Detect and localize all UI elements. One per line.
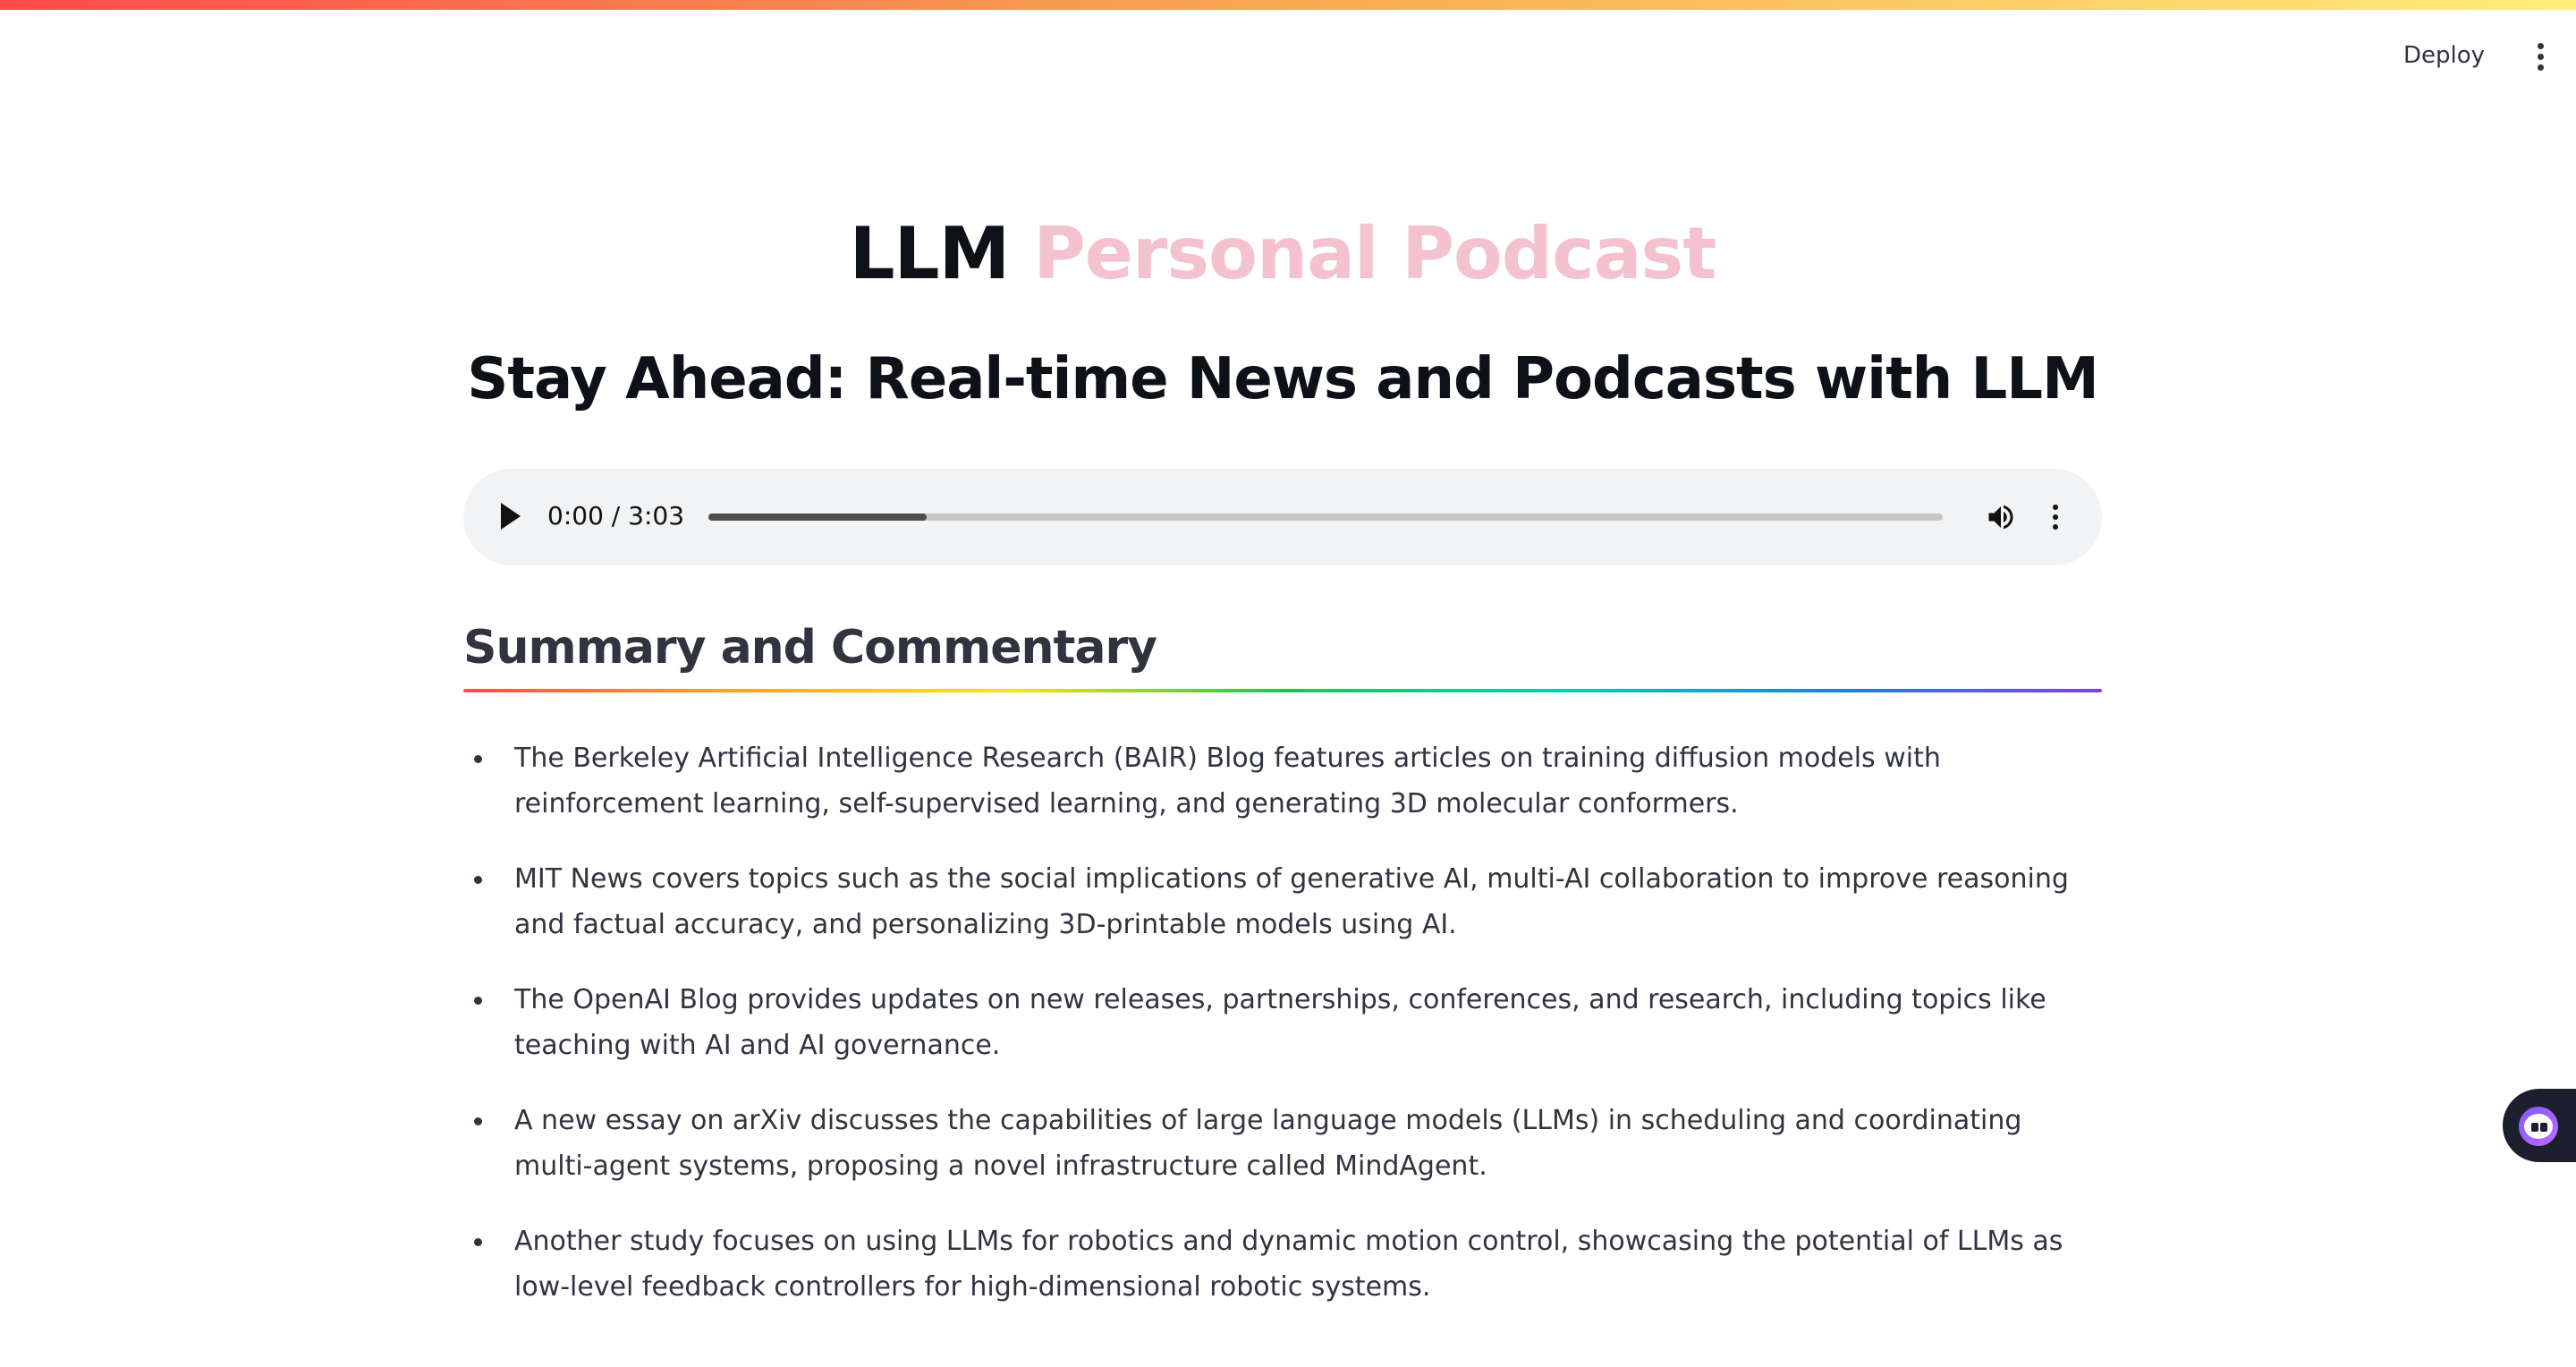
top-decoration-stripe [0, 0, 2576, 10]
title-personal-podcast: Personal Podcast [1033, 212, 1716, 295]
summary-item: A new essay on arXiv discusses the capab… [463, 1098, 2102, 1189]
summary-list: The Berkeley Artificial Intelligence Res… [463, 735, 2102, 1310]
main-menu-icon[interactable] [2524, 37, 2556, 76]
audio-player[interactable]: 0:00 / 3:03 [463, 469, 2102, 565]
page-subtitle: Stay Ahead: Real-time News and Podcasts … [467, 346, 2099, 412]
volume-icon[interactable] [1984, 501, 2018, 533]
volume-icon-svg [1988, 505, 2013, 530]
bot-eye [2540, 1123, 2547, 1132]
summary-item: MIT News covers topics such as the socia… [463, 856, 2102, 947]
bot-eye [2531, 1123, 2538, 1132]
audio-progress-slider[interactable] [708, 514, 1943, 521]
page-title: LLM Personal Podcast [463, 218, 2102, 304]
audio-current-time: 0:00 [547, 501, 604, 531]
summary-item: The Berkeley Artificial Intelligence Res… [463, 735, 2102, 827]
audio-options-icon[interactable] [2046, 501, 2064, 533]
menu-dot [2537, 42, 2544, 49]
section-title: Summary and Commentary [463, 621, 1157, 675]
play-icon[interactable] [501, 503, 521, 530]
summary-item: Another study focuses on using LLMs for … [463, 1218, 2102, 1310]
audio-buffered-bar [708, 514, 928, 521]
bot-face [2519, 1107, 2558, 1146]
assistant-bot-icon[interactable] [2503, 1089, 2576, 1162]
audio-time-display: 0:00 / 3:03 [547, 501, 684, 531]
summary-item: The OpenAI Blog provides updates on new … [463, 977, 2102, 1068]
audio-menu-dot [2053, 524, 2058, 530]
audio-menu-dot [2053, 514, 2058, 520]
menu-dot [2537, 64, 2544, 71]
title-llm: LLM [849, 212, 1011, 295]
audio-duration: 3:03 [628, 501, 685, 531]
rainbow-divider [463, 689, 2102, 692]
audio-time-separator: / [611, 501, 621, 531]
audio-menu-dot [2053, 505, 2058, 510]
deploy-button[interactable]: Deploy [2394, 37, 2494, 74]
menu-dot [2537, 53, 2544, 60]
main-content: LLM Personal Podcast Stay Ahead: Real-ti… [463, 179, 2102, 1339]
app-header: Deploy [0, 10, 2576, 96]
